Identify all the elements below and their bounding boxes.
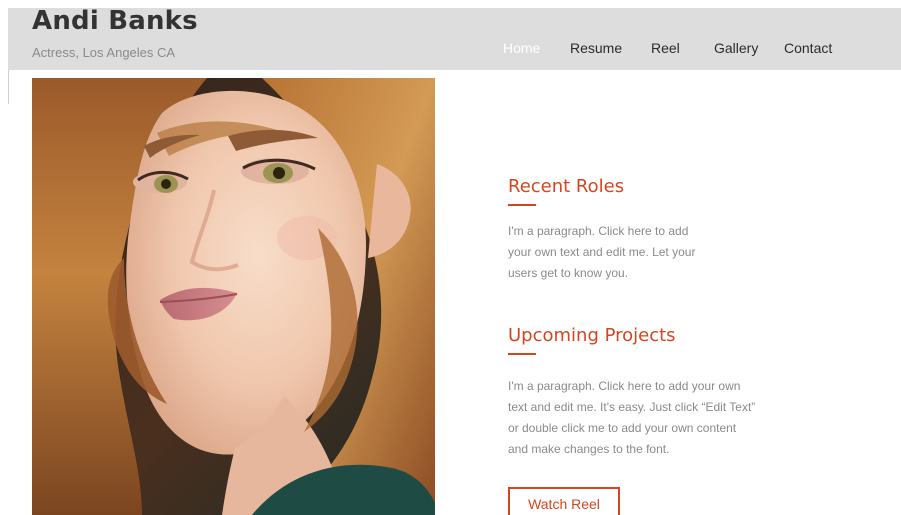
paragraph-line: I'm a paragraph. Click here to add: [508, 224, 689, 238]
upcoming-projects-accent-line: [508, 353, 536, 355]
nav-item-resume[interactable]: Resume: [570, 40, 622, 56]
paragraph-line: or double click me to add your own conte…: [508, 421, 737, 435]
watch-reel-button[interactable]: Watch Reel: [508, 487, 620, 515]
nav-item-reel[interactable]: Reel: [651, 40, 680, 56]
site-subtitle: Actress, Los Angeles CA: [32, 45, 176, 60]
paragraph-line: and make changes to the font.: [508, 442, 670, 456]
page: Andi Banks Actress, Los Angeles CA Home …: [0, 0, 901, 515]
nav-item-contact[interactable]: Contact: [784, 40, 832, 56]
portrait-illustration: [32, 78, 435, 515]
recent-roles-heading: Recent Roles: [508, 176, 625, 197]
site-title[interactable]: Andi Banks: [32, 6, 198, 36]
nav-item-home[interactable]: Home: [503, 40, 540, 56]
upcoming-projects-heading: Upcoming Projects: [508, 325, 676, 346]
divider: [8, 70, 9, 104]
recent-roles-paragraph: I'm a paragraph. Click here to add your …: [508, 221, 695, 284]
paragraph-line: your own text and edit me. Let your: [508, 245, 696, 259]
upcoming-projects-paragraph: I'm a paragraph. Click here to add your …: [508, 376, 755, 460]
paragraph-line: text and edit me. It's easy. Just click …: [508, 400, 756, 414]
recent-roles-accent-line: [508, 204, 536, 206]
paragraph-line: I'm a paragraph. Click here to add your …: [508, 379, 741, 393]
paragraph-line: users get to know you.: [508, 266, 629, 280]
nav-item-gallery[interactable]: Gallery: [714, 40, 758, 56]
hero-portrait-image: [32, 78, 435, 515]
